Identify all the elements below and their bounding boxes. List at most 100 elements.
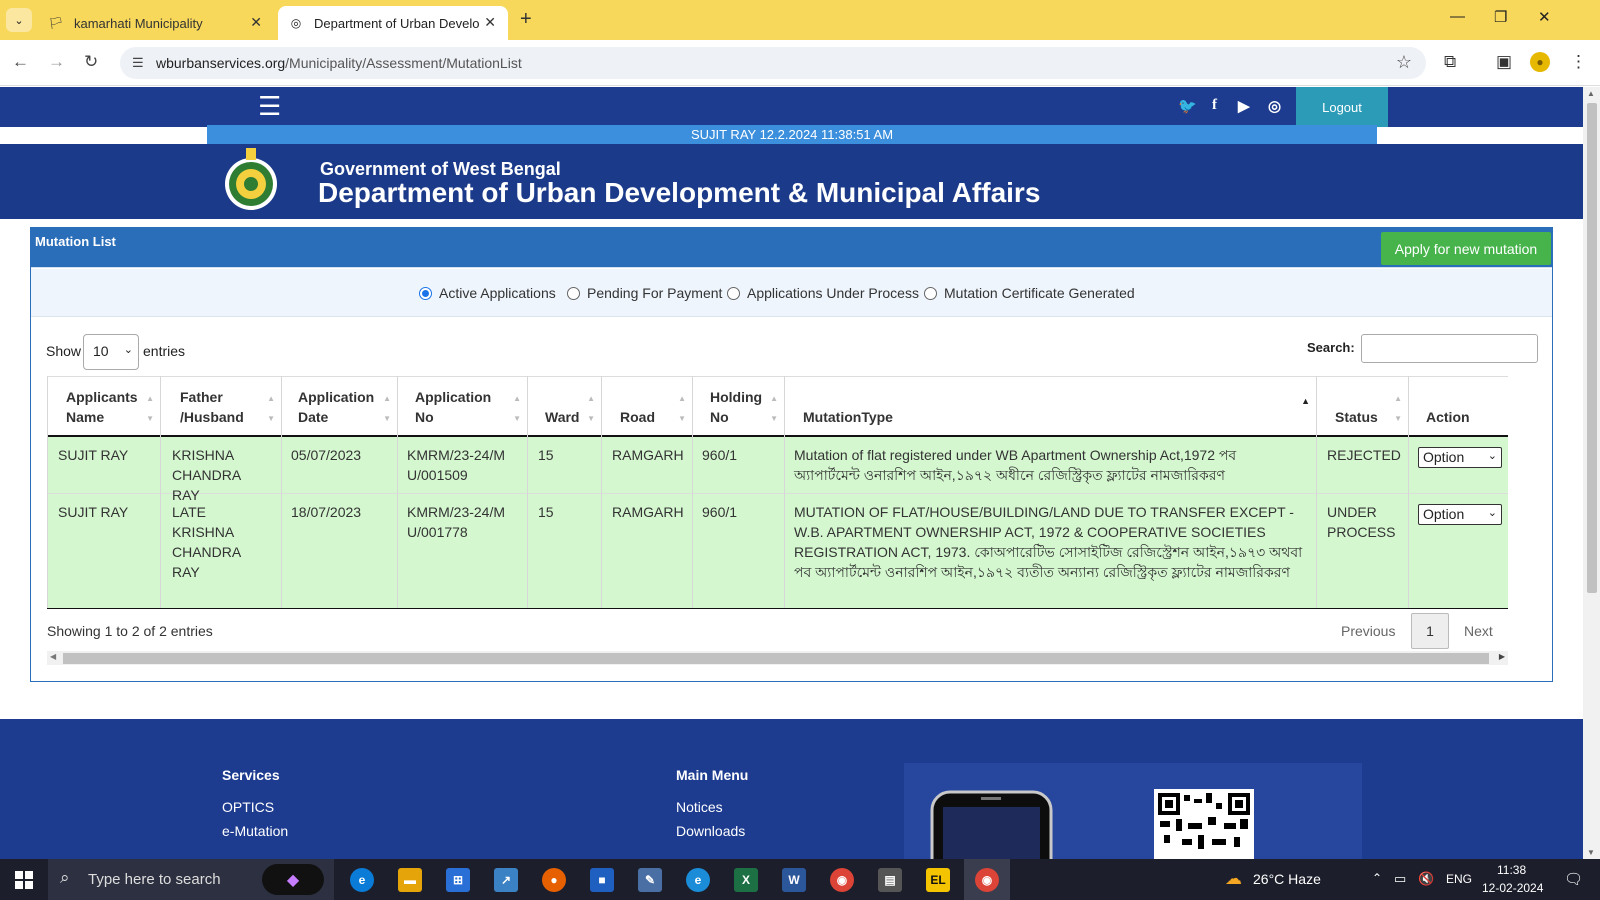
excel-icon[interactable]: X <box>734 868 758 892</box>
col-header-label: Holding No <box>710 389 763 425</box>
clock-date[interactable]: 12-02-2024 <box>1482 881 1543 895</box>
chrome-icon[interactable]: ◉ <box>975 868 999 892</box>
table-horizontal-scrollbar[interactable]: ◀ ▶ <box>47 651 1508 665</box>
notifications-icon[interactable]: 🗨 <box>1564 870 1583 888</box>
filter-active-applications[interactable]: Active Applications <box>419 285 556 301</box>
speaker-muted-icon[interactable]: 🔇 <box>1418 871 1434 887</box>
entries-select[interactable]: 10 ⌄ <box>83 334 139 370</box>
user-session-bar: SUJIT RAY 12.2.2024 11:38:51 AM <box>207 125 1377 144</box>
scroll-down-icon[interactable]: ▼ <box>1587 848 1595 857</box>
footer-link-emutation[interactable]: e-Mutation <box>222 823 288 839</box>
scroll-left-icon[interactable]: ◀ <box>50 652 56 661</box>
scrollbar-thumb[interactable] <box>63 653 1489 664</box>
col-header-applicant-name[interactable]: Applicants Name ▲ ▼ <box>47 377 160 437</box>
close-icon[interactable]: ✕ <box>250 14 262 31</box>
tab-search-button[interactable]: ⌄ <box>6 8 32 32</box>
radio-button[interactable] <box>419 286 432 300</box>
col-header-road[interactable]: Road ▲ ▼ <box>601 377 692 437</box>
firefox-icon[interactable]: ● <box>542 868 566 892</box>
new-tab-button[interactable]: + <box>520 8 532 31</box>
scroll-up-icon[interactable]: ▲ <box>1587 89 1595 98</box>
store-icon[interactable]: ⊞ <box>446 868 470 892</box>
bookmark-star-icon[interactable]: ☆ <box>1396 52 1412 73</box>
windows-start-icon[interactable] <box>15 871 33 889</box>
weather-readout[interactable]: 26°C Haze <box>1253 871 1321 887</box>
file-explorer-icon[interactable]: ▬ <box>398 868 422 892</box>
action-option-select[interactable]: Option ⌄ <box>1418 504 1502 525</box>
col-header-mutation-type[interactable]: MutationType ▲ <box>784 377 1316 437</box>
site-info-icon[interactable]: ☰ <box>132 55 144 71</box>
chevron-up-icon[interactable]: ⌃ <box>1372 871 1382 885</box>
status-filter-row: Active Applications Pending For Payment … <box>31 269 1552 317</box>
twitter-icon[interactable]: 🐦 <box>1178 97 1197 115</box>
network-icon[interactable]: ▭ <box>1394 871 1406 887</box>
logout-button[interactable]: Logout <box>1296 87 1388 127</box>
filter-certificate-generated[interactable]: Mutation Certificate Generated <box>924 285 1135 301</box>
chrome-icon[interactable]: ◉ <box>830 868 854 892</box>
word-icon[interactable]: W <box>782 868 806 892</box>
scroll-right-icon[interactable]: ▶ <box>1499 652 1505 661</box>
taskbar-search-box[interactable]: ⌕ Type here to search ◆ <box>48 859 334 900</box>
browser-tabstrip: ⌄ 🏳 kamarhati Municipality ✕ ◎ Departmen… <box>0 0 1600 40</box>
profile-avatar[interactable]: ● <box>1530 52 1550 72</box>
sidepanel-icon[interactable]: ▣ <box>1496 52 1512 72</box>
copilot-icon[interactable]: ◆ <box>262 864 324 895</box>
apply-new-mutation-button[interactable]: Apply for new mutation <box>1381 232 1551 265</box>
chevron-down-icon: ⌄ <box>1487 507 1497 519</box>
facebook-icon[interactable]: f <box>1212 97 1217 114</box>
paint-icon[interactable]: ✎ <box>638 868 662 892</box>
show-label: Show <box>46 343 82 359</box>
app-icon[interactable]: EL <box>926 868 950 892</box>
col-header-label: Application No <box>415 389 492 425</box>
url-host: wburbanservices.org <box>156 55 286 71</box>
extensions-icon[interactable]: ⧉ <box>1444 52 1456 72</box>
app-icon[interactable]: ■ <box>590 868 614 892</box>
edge-icon[interactable]: e <box>350 868 374 892</box>
radio-label: Applications Under Process <box>747 285 919 301</box>
search-input[interactable] <box>1361 334 1538 363</box>
page-vertical-scrollbar[interactable]: ▲ ▼ <box>1583 87 1600 859</box>
radio-button[interactable] <box>727 286 740 300</box>
col-header-holding[interactable]: Holding No ▲ ▼ <box>692 377 784 437</box>
tab-urban-development[interactable]: ◎ Department of Urban Developm ✕ <box>278 6 508 40</box>
footer-link-notices[interactable]: Notices <box>676 799 723 815</box>
site-top-nav: ☰ 🐦 f ▶ ◎ Logout <box>0 87 1583 127</box>
reload-icon[interactable]: ↻ <box>84 52 98 72</box>
app-icon[interactable]: ↗ <box>494 868 518 892</box>
menu-kebab-icon[interactable]: ⋮ <box>1570 52 1587 72</box>
radio-button[interactable] <box>924 286 937 300</box>
next-page-button[interactable]: Next <box>1464 623 1493 639</box>
forward-icon[interactable]: → <box>48 52 65 72</box>
language-indicator[interactable]: ENG <box>1446 872 1472 886</box>
radio-label: Mutation Certificate Generated <box>944 285 1135 301</box>
footer-link-downloads[interactable]: Downloads <box>676 823 745 839</box>
restore-icon[interactable]: ❐ <box>1494 8 1507 26</box>
col-header-ward[interactable]: Ward ▲ ▼ <box>527 377 601 437</box>
taskbar-search-placeholder: Type here to search <box>88 871 221 888</box>
filter-pending-payment[interactable]: Pending For Payment <box>567 285 722 301</box>
url-text: wburbanservices.org/Municipality/Assessm… <box>156 55 522 71</box>
close-icon[interactable]: ✕ <box>484 14 496 31</box>
clock-time[interactable]: 11:38 <box>1497 863 1526 877</box>
app-icon[interactable]: ▤ <box>878 868 902 892</box>
radio-button[interactable] <box>567 286 580 300</box>
minimize-icon[interactable]: — <box>1450 8 1465 25</box>
col-header-date[interactable]: Application Date ▲ ▼ <box>281 377 397 437</box>
tab-kamarhati[interactable]: 🏳 kamarhati Municipality ✕ <box>38 6 274 40</box>
address-bar[interactable]: ☰ wburbanservices.org/Municipality/Asses… <box>120 47 1426 79</box>
youtube-icon[interactable]: ▶ <box>1238 97 1250 115</box>
page-1-button[interactable]: 1 <box>1411 613 1449 649</box>
scrollbar-thumb[interactable] <box>1587 103 1597 593</box>
filter-under-process[interactable]: Applications Under Process <box>727 285 919 301</box>
footer-link-optics[interactable]: OPTICS <box>222 799 274 815</box>
instagram-icon[interactable]: ◎ <box>1268 97 1281 115</box>
back-icon[interactable]: ← <box>12 52 29 72</box>
action-option-select[interactable]: Option ⌄ <box>1418 447 1502 468</box>
internet-explorer-icon[interactable]: e <box>686 868 710 892</box>
col-header-father[interactable]: Father /Husband ▲ ▼ <box>160 377 281 437</box>
col-header-status[interactable]: Status ▲ ▼ <box>1316 377 1408 437</box>
window-close-icon[interactable]: ✕ <box>1538 8 1551 26</box>
col-header-app-no[interactable]: Application No ▲ ▼ <box>397 377 527 437</box>
previous-page-button[interactable]: Previous <box>1341 623 1395 639</box>
hamburger-menu-icon[interactable]: ☰ <box>258 91 281 122</box>
